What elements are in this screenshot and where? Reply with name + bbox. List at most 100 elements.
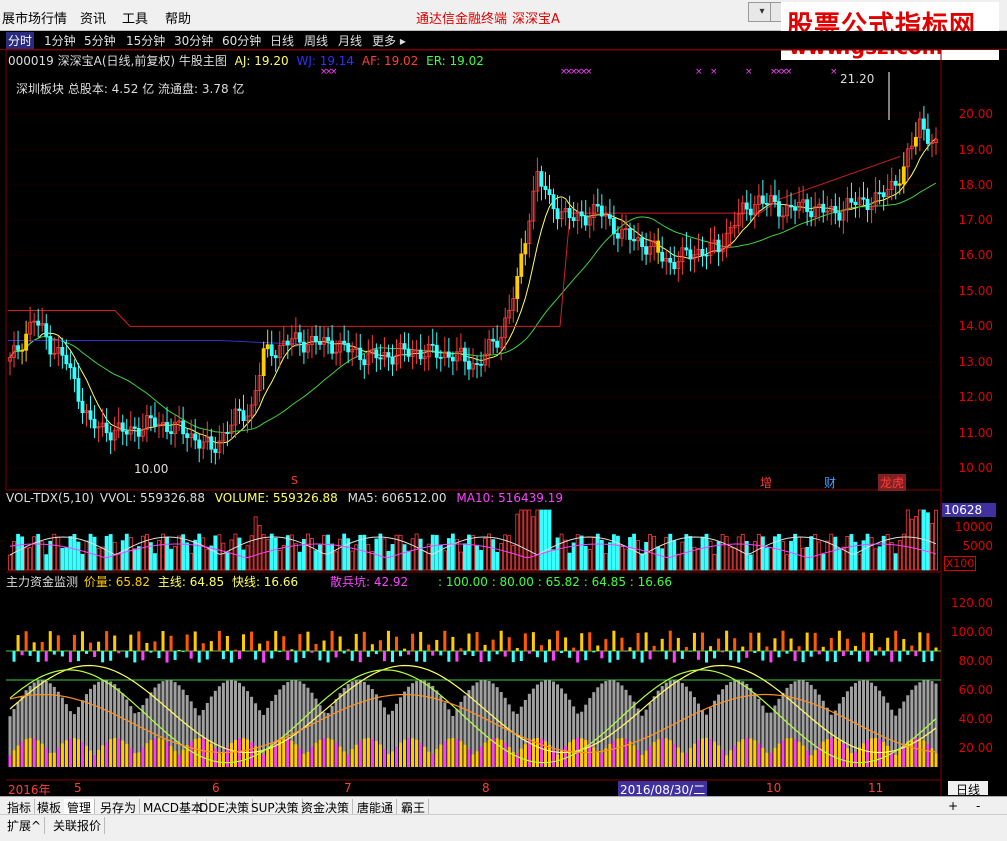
volume-bar <box>790 541 793 570</box>
tab-30min[interactable]: 30分钟 <box>174 32 213 49</box>
volume-bar <box>612 535 615 570</box>
ind-color-bar <box>443 741 446 767</box>
volume-bar <box>89 534 92 570</box>
candle-body <box>387 353 390 357</box>
ind-color-bar <box>298 749 301 767</box>
period-indicator[interactable]: 日线 <box>948 781 988 795</box>
menu-news[interactable]: 资讯 <box>80 8 106 27</box>
kline-chart-area[interactable]: ××××××××××××××××× <box>0 50 1007 796</box>
ind-dip-bar <box>592 651 595 652</box>
zoom-out-button[interactable]: - <box>976 799 980 813</box>
volume-info-line: VOL-TDX(5,10) VVOL: 559326.88 VOLUME: 55… <box>6 491 563 505</box>
ind-top-bar <box>194 631 197 651</box>
volume-bar <box>298 552 301 570</box>
ind-color-bar <box>822 742 825 767</box>
ind-top-bar <box>846 639 849 651</box>
volume-title: VOL-TDX(5,10) <box>6 491 94 505</box>
ind-color-bar <box>403 740 406 767</box>
candle-body <box>761 196 764 203</box>
ind-color-bar <box>745 738 748 767</box>
candle-body <box>838 213 841 220</box>
ind-dip-bar <box>359 651 362 662</box>
tab-weekly[interactable]: 周线 <box>304 32 328 49</box>
volume-bar <box>234 534 237 570</box>
ind-grey-bar <box>93 685 96 767</box>
low-price-label: 10.00 <box>134 462 168 476</box>
volume-bar <box>274 538 277 570</box>
volume-bar <box>101 547 104 570</box>
volume-bar <box>910 519 913 570</box>
tab-5min[interactable]: 5分钟 <box>84 32 116 49</box>
volume-bar <box>637 541 640 570</box>
ind-dip-bar <box>431 651 434 656</box>
candle-body <box>463 348 466 361</box>
ind-color-bar <box>33 738 36 767</box>
candle-body <box>314 336 317 342</box>
ind-color-bar <box>383 749 386 767</box>
tab-60min[interactable]: 60分钟 <box>222 32 261 49</box>
ind-top-bar <box>612 631 615 651</box>
ind-color-bar <box>564 746 567 767</box>
ind-color-bar <box>488 740 491 767</box>
zoom-in-button[interactable]: + <box>948 799 958 813</box>
volume-bar <box>254 517 257 570</box>
indicator-info-line: 主力资金监测 价量: 65.82 主线: 64.85 快线: 16.66 散兵坑… <box>6 573 672 590</box>
candle-body <box>584 216 587 225</box>
ind-tick-120: 120.00 <box>933 596 993 610</box>
ind-color-bar <box>77 739 80 767</box>
tab-daily[interactable]: 日线 <box>270 32 294 49</box>
ind-top-bar <box>532 632 535 651</box>
indicator-tab-bar: 指标 模板 管理 另存为 MACD基本 DDE决策 SUP决策 资金决策 唐能通… <box>0 796 1007 815</box>
ind-top-bar <box>806 633 809 651</box>
ind-tick-40: 40.00 <box>933 712 993 726</box>
ind-top-bar <box>282 636 285 651</box>
ind-dip-bar <box>21 651 24 655</box>
ind-color-bar <box>447 739 450 767</box>
volume-bar <box>516 514 519 570</box>
ind-color-bar <box>528 741 531 767</box>
ind-color-bar <box>157 738 160 767</box>
tab-extend[interactable]: 扩展^ <box>4 817 45 834</box>
volume-bar <box>423 552 426 570</box>
ind-top-bar <box>677 638 680 651</box>
marker-dragon-tiger[interactable]: 龙虎 <box>878 474 906 491</box>
volume-bar <box>781 542 784 570</box>
volume-bar <box>174 546 177 570</box>
candle-body <box>49 336 52 354</box>
menu-tools[interactable]: 工具 <box>122 8 148 27</box>
tab-monthly[interactable]: 月线 <box>338 32 362 49</box>
ind-dip-bar <box>423 651 426 662</box>
candle-body <box>226 433 229 434</box>
tab-15min[interactable]: 15分钟 <box>126 32 165 49</box>
price-tick-15: 15.00 <box>933 284 993 298</box>
date-label-8: 8 <box>482 781 490 795</box>
ind-dip-bar <box>858 651 861 662</box>
ind-dip-bar <box>447 651 450 662</box>
volume-bar <box>798 537 801 570</box>
ind-dip-bar <box>850 651 853 655</box>
tab-related-quotes[interactable]: 关联报价 <box>50 817 105 834</box>
volume-bar <box>314 551 317 570</box>
price-tick-14: 14.00 <box>933 319 993 333</box>
marker-increase[interactable]: 增 <box>760 474 772 491</box>
volume-bar <box>536 510 539 570</box>
candle-body <box>270 345 273 356</box>
volume-bar <box>786 555 789 570</box>
ma-slow-line <box>10 183 936 433</box>
volume-bar <box>367 544 370 570</box>
volume-bar <box>725 537 728 570</box>
ind-dip-bar <box>93 651 96 657</box>
volume-bar <box>733 548 736 570</box>
menu-market[interactable]: 展市场行情 <box>2 8 67 27</box>
tab-fenshi[interactable]: 分时 <box>6 32 34 49</box>
ind-dip-bar <box>415 651 418 661</box>
candle-body <box>749 209 752 215</box>
ind-color-bar <box>693 744 696 767</box>
tab-1min[interactable]: 1分钟 <box>44 32 76 49</box>
tab-more[interactable]: 更多 ▸ <box>372 32 406 49</box>
menu-help[interactable]: 帮助 <box>165 8 191 27</box>
marker-finance[interactable]: 财 <box>824 474 836 491</box>
stock-title: 深深宝A <box>512 8 560 27</box>
ind-dip-bar <box>190 651 193 659</box>
ind-top-bar <box>814 633 817 651</box>
